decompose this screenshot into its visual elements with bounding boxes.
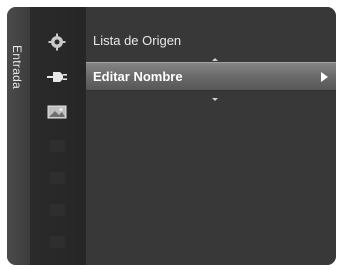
scroll-down-indicator	[212, 98, 218, 101]
gear-icon[interactable]	[46, 33, 68, 51]
sidebar-tab-label: Entrada	[10, 45, 24, 90]
placeholder-icon	[46, 201, 68, 219]
category-icon-column	[30, 7, 106, 265]
menu-list: Lista de Origen Editar Nombre	[86, 7, 336, 265]
placeholder-icon	[46, 233, 68, 251]
input-menu-panel: Entrada Lista de Origen Editar Nombre	[7, 7, 336, 265]
menu-item-editar-nombre[interactable]: Editar Nombre	[86, 62, 336, 91]
submenu-arrow-icon	[321, 72, 328, 82]
plug-icon[interactable]	[46, 68, 68, 86]
placeholder-icon	[46, 137, 68, 155]
menu-item-label: Lista de Origen	[93, 33, 182, 48]
sidebar-tab: Entrada	[7, 7, 30, 265]
scroll-up-indicator	[212, 58, 218, 61]
menu-item-lista-de-origen[interactable]: Lista de Origen	[86, 27, 336, 54]
menu-item-label: Editar Nombre	[93, 69, 183, 84]
picture-icon[interactable]	[46, 103, 68, 121]
placeholder-icon	[46, 169, 68, 187]
